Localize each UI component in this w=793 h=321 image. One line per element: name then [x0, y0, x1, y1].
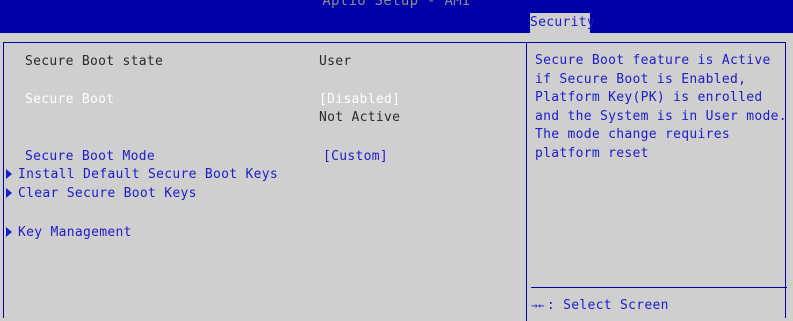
key-hint-text: : Select Screen	[546, 298, 669, 313]
secure-boot-state-label: Secure Boot state	[25, 54, 164, 69]
submenu-label: Clear Secure Boot Keys	[18, 186, 197, 201]
help-line: and the System is in User mode.	[535, 108, 787, 124]
app-title: Aptio Setup - AMI	[322, 0, 471, 9]
triangle-right-icon	[6, 226, 12, 237]
secure-boot-mode-label[interactable]: Secure Boot Mode	[25, 148, 155, 166]
submenu-clear-keys[interactable]: Clear Secure Boot Keys	[6, 185, 197, 203]
submenu-install-default-keys[interactable]: Install Default Secure Boot Keys	[6, 166, 278, 184]
secure-boot-status: Not Active	[319, 110, 401, 125]
secure-boot-value[interactable]: [Disabled]	[319, 91, 400, 109]
help-text: Secure Boot feature is Active if Secure …	[535, 52, 787, 163]
secure-boot-state-value: User	[319, 54, 352, 69]
arrow-keys-icon: →←	[531, 299, 545, 312]
triangle-right-icon	[6, 187, 12, 198]
submenu-label: Install Default Secure Boot Keys	[18, 167, 279, 182]
help-separator	[531, 287, 787, 288]
help-line: if Secure Boot is Enabled,	[535, 71, 747, 87]
help-line: Platform Key(PK) is enrolled	[535, 90, 763, 105]
secure-boot-label[interactable]: Secure Boot	[25, 91, 114, 109]
submenu-key-management[interactable]: Key Management	[6, 224, 132, 242]
help-line: Secure Boot feature is Active	[535, 53, 771, 68]
panel-divider	[526, 42, 527, 321]
secure-boot-mode-value[interactable]: [Custom]	[323, 148, 388, 166]
key-hint-select-screen: →←: Select Screen	[531, 298, 669, 313]
help-line: The mode change requires	[535, 127, 731, 142]
help-line: platform reset	[535, 145, 649, 161]
title-bar: Aptio Setup - AMI Security	[0, 0, 793, 33]
submenu-label: Key Management	[18, 225, 132, 240]
tab-security[interactable]: Security	[530, 13, 595, 33]
triangle-right-icon	[6, 168, 12, 179]
